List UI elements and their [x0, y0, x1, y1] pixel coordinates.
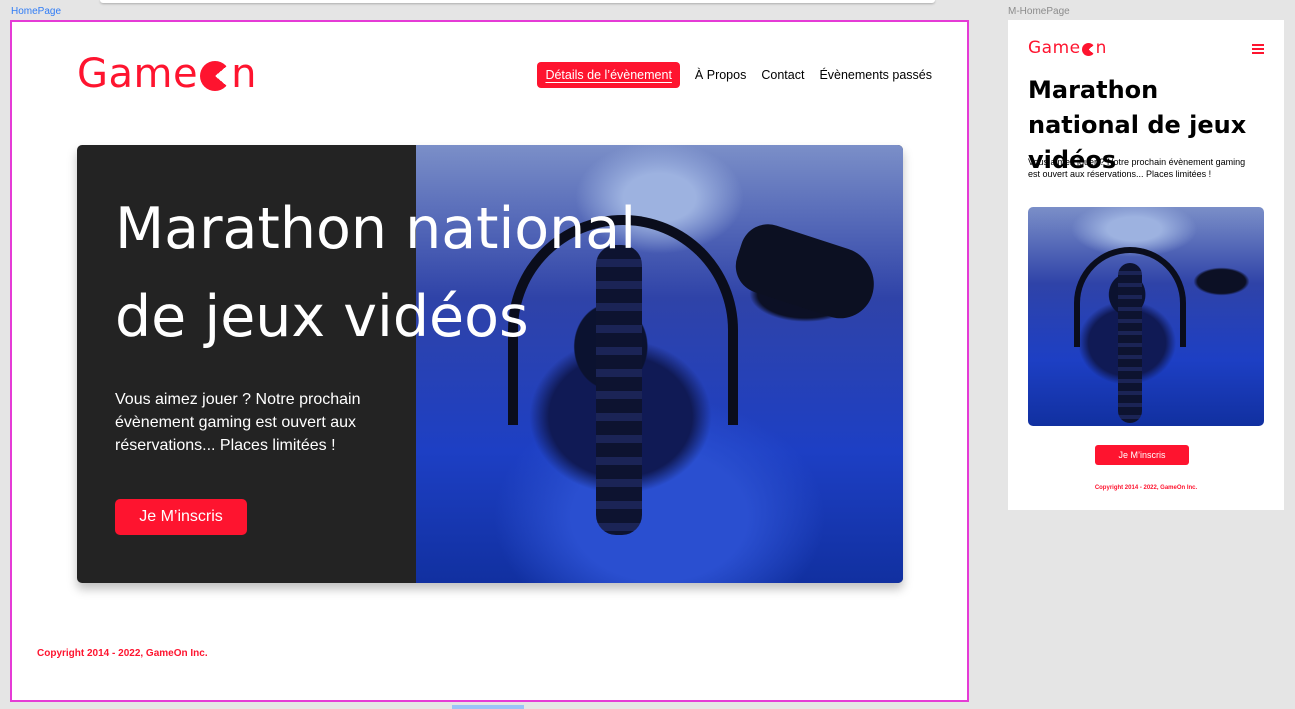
signup-button[interactable]: Je M’inscris — [115, 499, 247, 535]
gameon-logo[interactable]: Game n — [77, 51, 257, 97]
hero-title: Marathon national de jeux vidéos — [115, 196, 637, 350]
gameon-logo-mobile[interactable]: Game n — [1028, 38, 1107, 58]
logo-text-start: Game — [1028, 38, 1081, 58]
pacman-icon — [200, 61, 231, 91]
canvas-scroll-indicator — [452, 705, 524, 709]
logo-text-end: n — [231, 51, 257, 97]
hero-text: Vous aimez jouer ? Notre prochain évènem… — [115, 391, 361, 454]
braid-shape — [1118, 263, 1142, 423]
mobile-hero-text: Vous aimez jouer ? Notre prochain évènem… — [1028, 157, 1246, 179]
desktop-homepage-frame[interactable]: Game n Détails de l’évènement À Propos Co… — [10, 20, 969, 702]
mobile-copyright-text: Copyright 2014 - 2022, GameOn Inc. — [1094, 485, 1198, 491]
burger-line — [1252, 44, 1264, 46]
hamburger-menu-icon[interactable] — [1252, 44, 1264, 54]
main-nav: Détails de l’évènement À Propos Contact … — [537, 62, 932, 88]
nav-link-about[interactable]: À Propos — [695, 68, 746, 82]
mobile-signup-button[interactable]: Je M’inscris — [1095, 445, 1189, 465]
mobile-gamer-photo — [1028, 207, 1264, 426]
copyright-text: Copyright 2014 - 2022, GameOn Inc. — [37, 648, 208, 659]
pacman-icon — [1081, 42, 1095, 56]
hero-section: Marathon national de jeux vidéos Vous ai… — [77, 145, 903, 583]
burger-line — [1252, 48, 1264, 50]
logo-text-start: Game — [77, 51, 199, 97]
mobile-frame-label[interactable]: M-HomePage — [1008, 6, 1070, 17]
nav-link-contact[interactable]: Contact — [761, 68, 804, 82]
mobile-homepage-frame[interactable]: Game n Marathon national de jeux vidéos V… — [1008, 20, 1284, 510]
desktop-frame-label[interactable]: HomePage — [11, 6, 61, 17]
logo-text-end: n — [1095, 38, 1107, 58]
overlapping-window-edge — [100, 0, 935, 3]
nav-link-event-details[interactable]: Détails de l’évènement — [537, 62, 680, 88]
nav-link-past-events[interactable]: Évènements passés — [819, 68, 932, 82]
burger-line — [1252, 52, 1264, 54]
controller-shape — [728, 217, 884, 327]
